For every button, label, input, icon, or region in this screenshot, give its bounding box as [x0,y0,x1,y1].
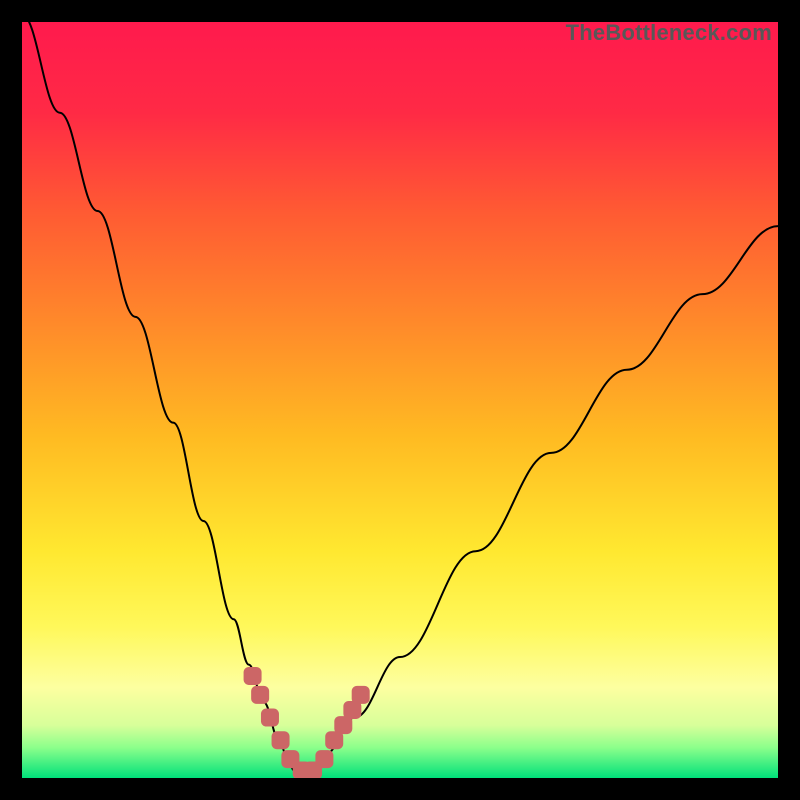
curve-marker [272,731,290,749]
curve-marker [251,686,269,704]
curve-marker [315,750,333,768]
curve-marker [352,686,370,704]
bottleneck-curve-chart [22,22,778,778]
curve-marker [244,667,262,685]
gradient-background [22,22,778,778]
chart-frame: TheBottleneck.com [22,22,778,778]
watermark-text: TheBottleneck.com [566,20,772,46]
curve-marker [261,709,279,727]
